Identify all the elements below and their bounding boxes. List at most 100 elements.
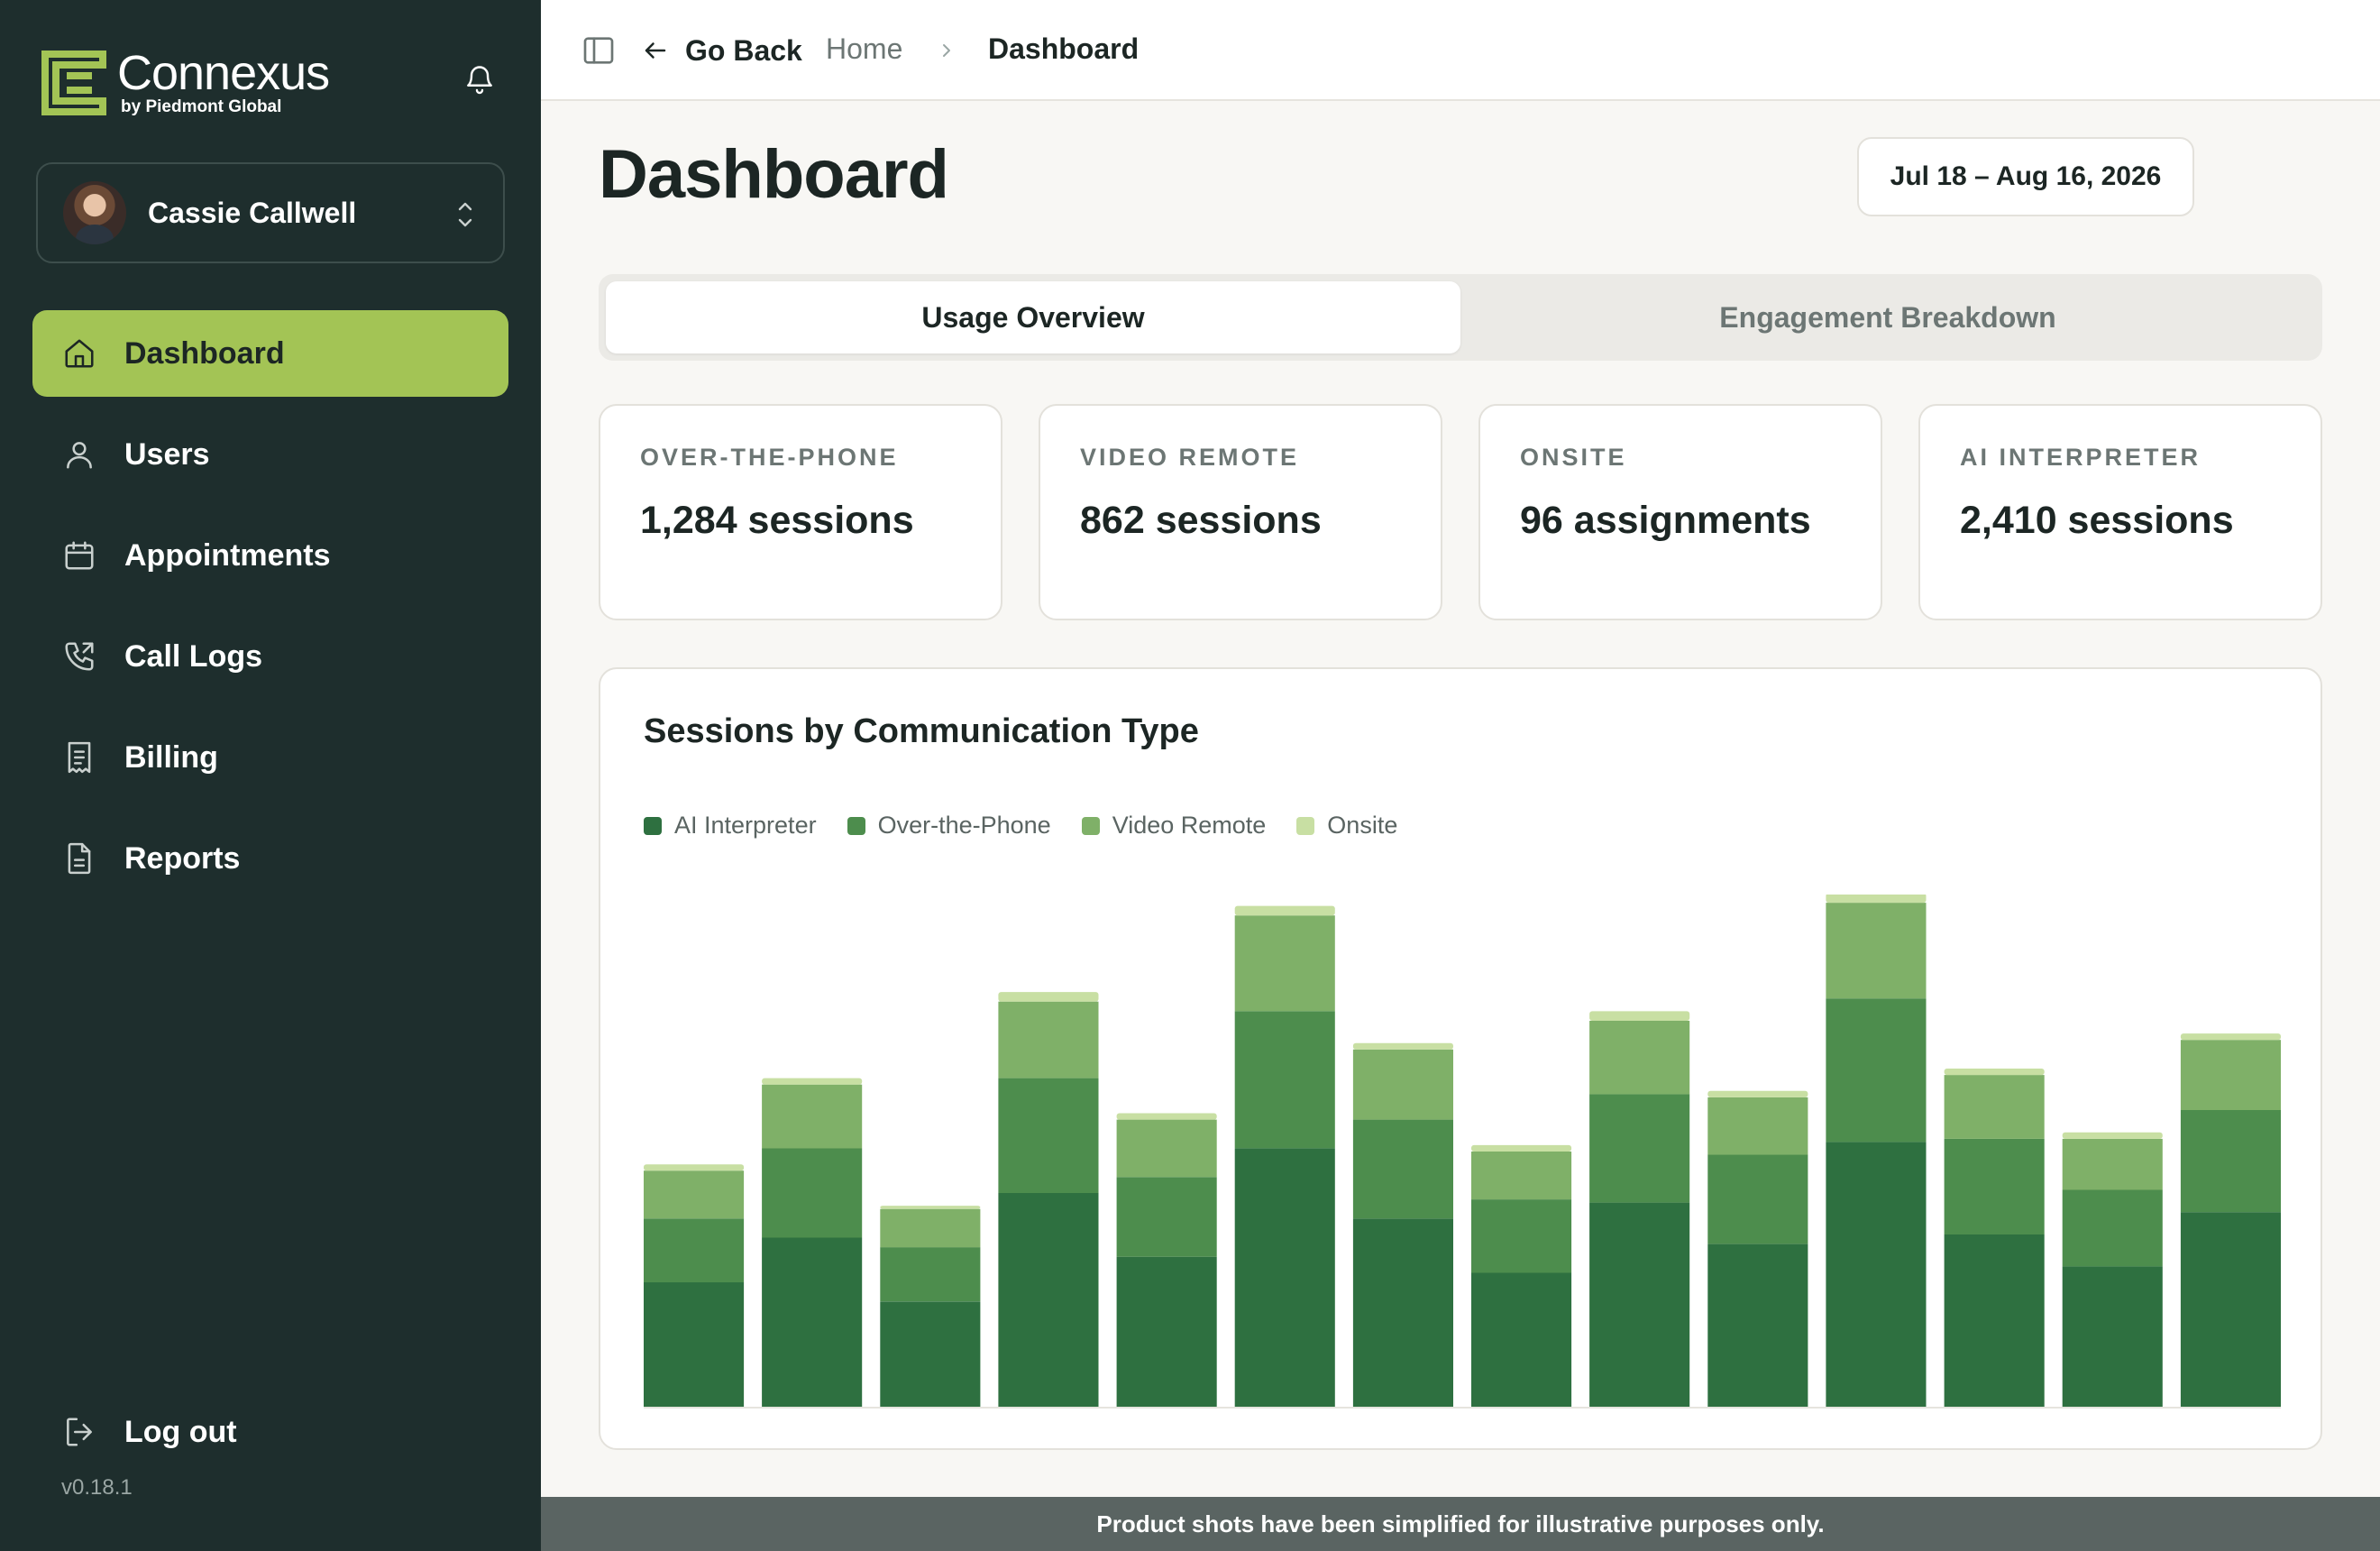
brand-name: Connexus (117, 46, 330, 100)
sidebar-item-label: Billing (124, 739, 218, 775)
bar-segment (1944, 1234, 2045, 1407)
bar-segment (1589, 1011, 1690, 1021)
go-back-button[interactable]: Go Back (642, 27, 802, 74)
legend-swatch (847, 816, 865, 835)
stat-value: 862 sessions (1080, 499, 1322, 542)
sidebar-item-billing[interactable]: Billing (32, 714, 508, 801)
bar-segment (1352, 1049, 1453, 1120)
bar-stack (1352, 1042, 1453, 1407)
bar-segment (1826, 1142, 1927, 1407)
logout-button[interactable]: Log out (32, 1389, 508, 1475)
tab-usage-overview[interactable]: Usage Overview (606, 281, 1460, 353)
bar-segment (1352, 1119, 1453, 1219)
stat-card-video-remote: VIDEO REMOTE 862 sessions (1039, 404, 1442, 620)
user-icon (61, 436, 97, 473)
bar-stack (762, 1078, 863, 1407)
bar-segment (2062, 1138, 2163, 1190)
connexus-logo-icon (41, 50, 106, 115)
sidebar-item-appointments[interactable]: Appointments (32, 512, 508, 599)
bar-segment (1116, 1177, 1217, 1257)
stat-label: OVER-THE-PHONE (640, 444, 899, 471)
bar-segment (880, 1206, 981, 1209)
chevron-up-down-icon (458, 202, 472, 227)
legend-swatch (1081, 816, 1100, 835)
document-icon (61, 840, 97, 876)
notifications-button[interactable] (458, 58, 501, 101)
footer-disclaimer: Product shots have been simplified for i… (541, 1497, 2380, 1551)
bar-segment (880, 1208, 981, 1248)
bar-segment (1826, 895, 1927, 904)
bar-segment (644, 1282, 745, 1407)
legend-swatch (1296, 816, 1315, 835)
user-switcher[interactable]: Cassie Callwell (36, 162, 505, 263)
stat-card-over-the-phone: OVER-THE-PHONE 1,284 sessions (599, 404, 1002, 620)
bar-segment (1707, 1090, 1808, 1097)
bar-segment (1471, 1199, 1572, 1273)
legend-label: Over-the-Phone (877, 812, 1051, 839)
stat-card-onsite: ONSITE 96 assignments (1478, 404, 1882, 620)
bar-segment (1707, 1244, 1808, 1407)
bell-icon (467, 66, 492, 95)
page-title: Dashboard (599, 136, 949, 213)
bar-segment (2180, 1110, 2281, 1213)
stacked-bar-chart (644, 895, 2281, 1409)
bar-segment (880, 1247, 981, 1302)
bar-segment (1471, 1152, 1572, 1200)
bar-segment (998, 1193, 1099, 1407)
bar-segment (1116, 1113, 1217, 1120)
bar-segment (762, 1084, 863, 1149)
stat-label: AI INTERPRETER (1960, 444, 2202, 471)
bar-segment (762, 1148, 863, 1238)
stats-row: OVER-THE-PHONE 1,284 sessions VIDEO REMO… (599, 404, 2322, 620)
bar-segment (1234, 1011, 1335, 1149)
bar-stack (644, 1164, 745, 1407)
bar-segment (1944, 1075, 2045, 1139)
avatar (63, 181, 126, 244)
bar-segment (998, 992, 1099, 1002)
bar-segment (1234, 915, 1335, 1012)
bar-segment (644, 1218, 745, 1283)
topbar: Go Back Home Dashboard (541, 0, 2380, 101)
bar-segment (2180, 1040, 2281, 1110)
bar-segment (1352, 1218, 1453, 1407)
arrow-left-icon (645, 42, 666, 59)
bar-segment (1589, 1094, 1690, 1203)
sidebar-item-label: Appointments (124, 537, 331, 573)
bar-segment (762, 1078, 863, 1085)
sidebar-item-reports[interactable]: Reports (32, 815, 508, 902)
sidebar-item-call-logs[interactable]: Call Logs (32, 613, 508, 700)
legend-item-video-remote: Video Remote (1081, 812, 1266, 840)
breadcrumb-current: Dashboard (988, 32, 1140, 65)
chart-title: Sessions by Communication Type (644, 712, 1199, 750)
bar-segment (644, 1170, 745, 1219)
sidebar-toggle-icon[interactable] (581, 32, 617, 69)
legend-swatch (644, 816, 662, 835)
bar-segment (2062, 1132, 2163, 1139)
sidebar-item-label: Call Logs (124, 638, 263, 674)
bar-segment (1116, 1256, 1217, 1407)
tab-bar: Usage Overview Engagement Breakdown (599, 274, 2322, 361)
logout-label: Log out (124, 1414, 237, 1449)
bar-stack (1234, 905, 1335, 1407)
sidebar-nav: Dashboard Users Appointments Call Logs B… (32, 310, 508, 916)
breadcrumb-home[interactable]: Home (826, 32, 902, 66)
brand-logo[interactable]: Connexus by Piedmont Global (41, 46, 402, 119)
bar-segment (1352, 1042, 1453, 1050)
bar-stack (1589, 1011, 1690, 1407)
sidebar-item-dashboard[interactable]: Dashboard (32, 310, 508, 397)
bar-segment (998, 1078, 1099, 1193)
bar-segment (1116, 1119, 1217, 1178)
bar-stack (880, 1206, 981, 1407)
bar-segment (1826, 998, 1927, 1143)
tab-engagement-breakdown[interactable]: Engagement Breakdown (1460, 281, 2315, 353)
bar-stack (1471, 1144, 1572, 1407)
bar-segment (2062, 1189, 2163, 1267)
bar-segment (1944, 1069, 2045, 1076)
bar-segment (1234, 1148, 1335, 1407)
sidebar-item-users[interactable]: Users (32, 411, 508, 498)
bar-segment (2180, 1033, 2281, 1041)
stat-value: 96 assignments (1520, 499, 1811, 542)
user-name: Cassie Callwell (148, 196, 357, 229)
bar-segment (998, 1001, 1099, 1078)
date-range-picker[interactable]: Jul 18 – Aug 16, 2026 (1857, 137, 2194, 216)
